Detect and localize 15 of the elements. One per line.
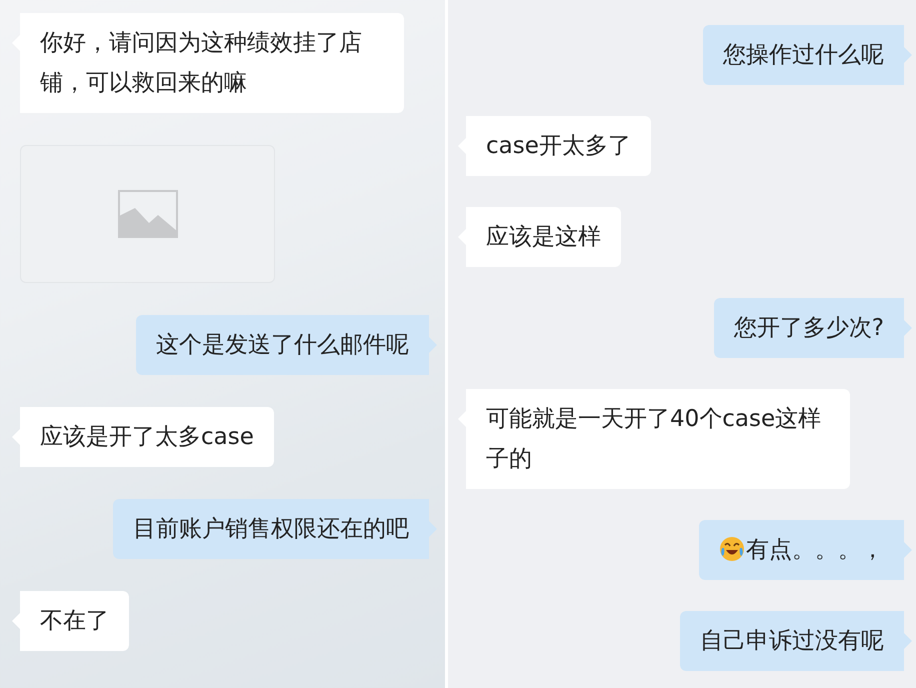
image-placeholder[interactable]	[20, 145, 275, 283]
received-message: 不在了	[12, 591, 129, 651]
received-message: 你好，请问因为这种绩效挂了店铺，可以救回来的嘛	[12, 13, 404, 113]
received-message: 应该是这样	[458, 207, 621, 267]
received-message: 可能就是一天开了40个case这样子的	[458, 389, 850, 489]
sent-message: 目前账户销售权限还在的吧	[113, 499, 437, 559]
image-icon	[118, 190, 178, 238]
message-text: 有点。。。，	[746, 537, 884, 563]
received-message: 应该是开了太多case	[12, 407, 274, 467]
sent-message: 自己申诉过没有呢	[680, 611, 912, 671]
sent-message: 您开了多少次?	[714, 298, 912, 358]
laughing-face-icon	[719, 536, 745, 562]
received-message: case开太多了	[458, 116, 651, 176]
sent-message: 您操作过什么呢	[703, 25, 912, 85]
sent-message: 这个是发送了什么邮件呢	[136, 315, 437, 375]
